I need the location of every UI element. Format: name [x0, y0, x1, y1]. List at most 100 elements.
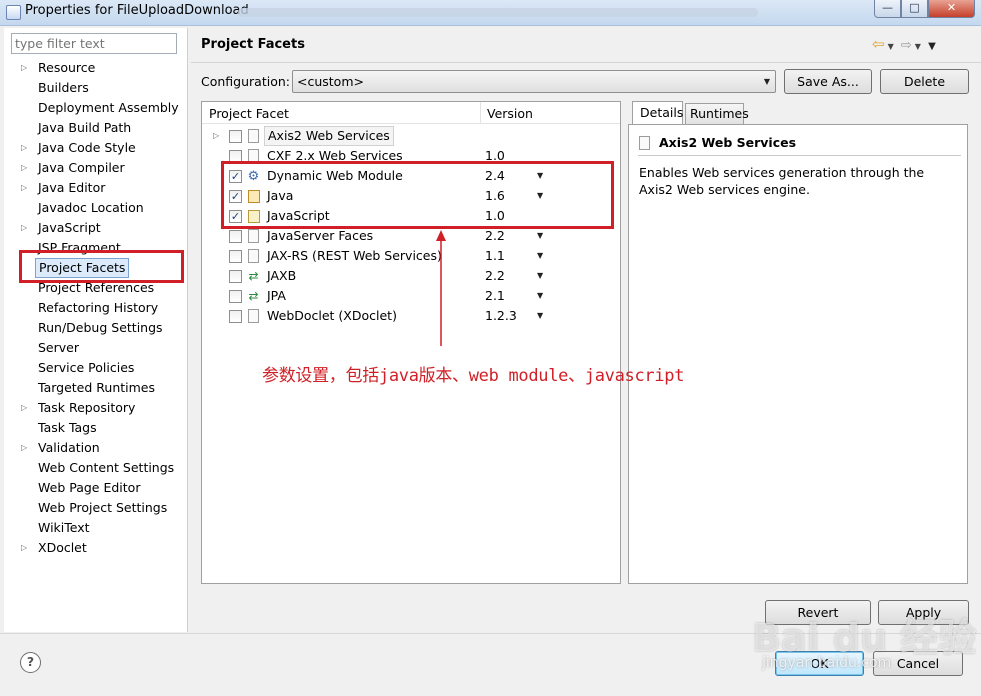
- tab-runtimes[interactable]: Runtimes: [685, 103, 749, 124]
- tree-item[interactable]: ▷ Resource: [4, 58, 184, 78]
- expand-arrow-icon[interactable]: ▷: [21, 158, 27, 178]
- facet-version[interactable]: 1.0: [485, 146, 505, 166]
- facet-version[interactable]: 1.2.3: [485, 306, 517, 326]
- ok-button[interactable]: OK: [775, 651, 864, 676]
- expand-arrow-icon[interactable]: ▷: [21, 218, 27, 238]
- facet-checkbox[interactable]: [229, 290, 242, 303]
- facet-row[interactable]: ▷ Axis2 Web Services: [202, 126, 620, 146]
- tree-item[interactable]: Web Content Settings: [4, 458, 184, 478]
- tree-item[interactable]: ▷ Java Editor: [4, 178, 184, 198]
- facet-checkbox[interactable]: [229, 310, 242, 323]
- save-as-button[interactable]: Save As...: [784, 69, 872, 94]
- column-header-version[interactable]: Version: [487, 106, 533, 121]
- facet-version[interactable]: 2.1: [485, 286, 505, 306]
- facet-checkbox[interactable]: [229, 270, 242, 283]
- tree-item[interactable]: ▷ XDoclet: [4, 538, 184, 558]
- version-dropdown-chevron-icon[interactable]: ▼: [537, 266, 543, 286]
- column-header-project-facet[interactable]: Project Facet: [209, 106, 289, 121]
- tree-item[interactable]: ▷ Java Compiler: [4, 158, 184, 178]
- facet-version[interactable]: 1.6: [485, 186, 505, 206]
- tree-item[interactable]: JSP Fragment: [4, 238, 184, 258]
- close-button[interactable]: ✕: [928, 0, 975, 18]
- version-dropdown-chevron-icon[interactable]: ▼: [537, 246, 543, 266]
- tree-item[interactable]: Refactoring History: [4, 298, 184, 318]
- facet-checkbox[interactable]: [229, 250, 242, 263]
- facet-row[interactable]: ✓ ⚙ Dynamic Web Module 2.4 ▼: [202, 166, 620, 186]
- tree-item-label: Web Project Settings: [38, 500, 168, 515]
- java-jar-icon: [248, 190, 260, 203]
- facet-row[interactable]: ⇄ JAXB 2.2 ▼: [202, 266, 620, 286]
- facet-row[interactable]: ✓ JavaScript 1.0: [202, 206, 620, 226]
- tree-item[interactable]: Web Project Settings: [4, 498, 184, 518]
- version-dropdown-chevron-icon[interactable]: ▼: [537, 186, 543, 206]
- facet-checkbox[interactable]: ✓: [229, 210, 242, 223]
- facet-row[interactable]: CXF 2.x Web Services 1.0: [202, 146, 620, 166]
- column-separator[interactable]: [480, 102, 481, 124]
- tree-item[interactable]: ▷ JavaScript: [4, 218, 184, 238]
- delete-button[interactable]: Delete: [880, 69, 969, 94]
- help-icon[interactable]: ?: [20, 652, 41, 673]
- maximize-button[interactable]: □: [901, 0, 928, 18]
- expand-arrow-icon[interactable]: ▷: [21, 398, 27, 418]
- facet-version[interactable]: 2.2: [485, 226, 505, 246]
- facet-name: Axis2 Web Services: [264, 126, 394, 146]
- facet-row[interactable]: ⇄ JPA 2.1 ▼: [202, 286, 620, 306]
- facet-version[interactable]: 2.2: [485, 266, 505, 286]
- tree-item[interactable]: Deployment Assembly: [4, 98, 184, 118]
- tree-item[interactable]: ▷ Validation: [4, 438, 184, 458]
- expand-arrow-icon[interactable]: ▷: [21, 58, 27, 78]
- version-dropdown-chevron-icon[interactable]: ▼: [537, 306, 543, 326]
- doc-icon: [248, 149, 259, 163]
- forward-menu-chevron-icon[interactable]: ▼: [915, 42, 921, 51]
- facet-version[interactable]: 1.0: [485, 206, 505, 226]
- tree-item[interactable]: Project References: [4, 278, 184, 298]
- revert-button[interactable]: Revert: [765, 600, 871, 625]
- tree-item[interactable]: Targeted Runtimes: [4, 378, 184, 398]
- minimize-button[interactable]: —: [874, 0, 901, 18]
- tree-item[interactable]: Javadoc Location: [4, 198, 184, 218]
- expand-arrow-icon[interactable]: ▷: [21, 538, 27, 558]
- tree-item-label: Deployment Assembly: [38, 100, 179, 115]
- expand-arrow-icon[interactable]: ▷: [21, 438, 27, 458]
- facet-checkbox[interactable]: [229, 150, 242, 163]
- tree-item[interactable]: Builders: [4, 78, 184, 98]
- tab-details[interactable]: Details: [632, 101, 683, 125]
- expand-arrow-icon[interactable]: ▷: [21, 138, 27, 158]
- facet-row[interactable]: JavaServer Faces 2.2 ▼: [202, 226, 620, 246]
- version-dropdown-chevron-icon[interactable]: ▼: [537, 286, 543, 306]
- facet-checkbox[interactable]: ✓: [229, 170, 242, 183]
- tree-item[interactable]: Web Page Editor: [4, 478, 184, 498]
- tree-item[interactable]: Run/Debug Settings: [4, 318, 184, 338]
- facet-row[interactable]: ✓ Java 1.6 ▼: [202, 186, 620, 206]
- configuration-select[interactable]: <custom> ▼: [292, 70, 776, 93]
- facet-version[interactable]: 2.4: [485, 166, 505, 186]
- expand-arrow-icon[interactable]: ▷: [213, 126, 219, 146]
- tree-item-label: XDoclet: [38, 540, 87, 555]
- version-dropdown-chevron-icon[interactable]: ▼: [537, 226, 543, 246]
- expand-arrow-icon[interactable]: ▷: [21, 178, 27, 198]
- facet-version[interactable]: 1.1: [485, 246, 505, 266]
- facet-checkbox[interactable]: [229, 230, 242, 243]
- cancel-button[interactable]: Cancel: [873, 651, 963, 676]
- facet-row[interactable]: WebDoclet (XDoclet) 1.2.3 ▼: [202, 306, 620, 326]
- facet-row[interactable]: JAX-RS (REST Web Services) 1.1 ▼: [202, 246, 620, 266]
- tree-item[interactable]: Server: [4, 338, 184, 358]
- facet-checkbox[interactable]: ✓: [229, 190, 242, 203]
- web-module-icon: ⚙: [247, 169, 260, 184]
- tree-item[interactable]: Task Tags: [4, 418, 184, 438]
- filter-input[interactable]: [11, 33, 177, 54]
- tree-item[interactable]: Service Policies: [4, 358, 184, 378]
- back-arrow-icon[interactable]: ⇦: [872, 35, 885, 53]
- tree-item[interactable]: ▷ Java Code Style: [4, 138, 184, 158]
- tree-item[interactable]: Project Facets: [4, 258, 184, 278]
- tree-item[interactable]: WikiText: [4, 518, 184, 538]
- version-dropdown-chevron-icon[interactable]: ▼: [537, 166, 543, 186]
- view-menu-icon[interactable]: ▼: [928, 41, 936, 52]
- tree-item[interactable]: Java Build Path: [4, 118, 184, 138]
- apply-button[interactable]: Apply: [878, 600, 969, 625]
- facet-checkbox[interactable]: [229, 130, 242, 143]
- jpa-arrows-icon: ⇄: [248, 289, 259, 303]
- tree-item[interactable]: ▷ Task Repository: [4, 398, 184, 418]
- back-menu-chevron-icon[interactable]: ▼: [888, 42, 894, 51]
- forward-arrow-icon[interactable]: ⇨: [901, 38, 912, 53]
